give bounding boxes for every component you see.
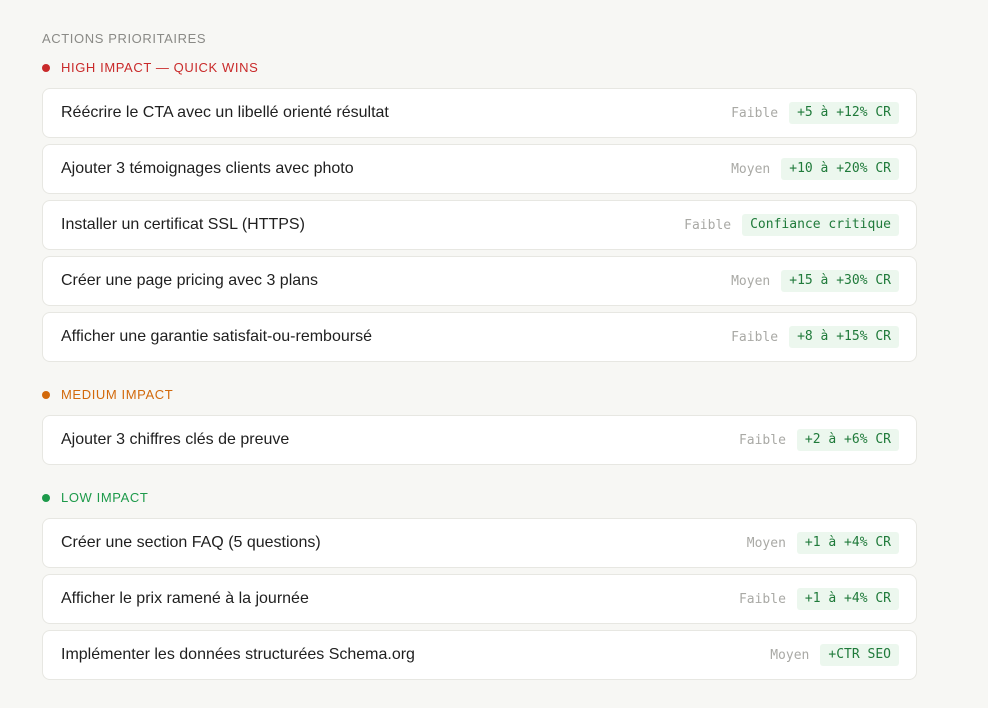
action-card[interactable]: Ajouter 3 chiffres clés de preuve Faible… bbox=[42, 415, 917, 465]
low-impact-dot-icon bbox=[42, 493, 50, 502]
effort-label: Moyen bbox=[746, 535, 786, 551]
impact-badge: +15 à +30% CR bbox=[781, 270, 899, 292]
action-card[interactable]: Créer une section FAQ (5 questions) Moye… bbox=[42, 518, 917, 568]
action-title: Créer une page pricing avec 3 plans bbox=[61, 272, 319, 289]
action-title: Installer un certificat SSL (HTTPS) bbox=[61, 216, 305, 233]
effort-label: Moyen bbox=[731, 161, 771, 177]
effort-label: Faible bbox=[738, 432, 786, 448]
effort-label: Faible bbox=[731, 329, 779, 345]
action-title: Afficher une garantie satisfait-ou-rembo… bbox=[61, 328, 372, 345]
action-card[interactable]: Afficher le prix ramené à la journée Fai… bbox=[42, 574, 917, 624]
impact-badge: Confiance critique bbox=[742, 214, 899, 236]
section-high-impact: HIGH IMPACT — QUICK WINS Réécrire le CTA… bbox=[42, 59, 917, 362]
action-title: Réécrire le CTA avec un libellé orienté … bbox=[61, 104, 389, 121]
impact-badge: +5 à +12% CR bbox=[789, 102, 899, 124]
effort-label: Faible bbox=[738, 591, 786, 607]
action-title: Afficher le prix ramené à la journée bbox=[61, 590, 309, 607]
action-meta: Faible +1 à +4% CR bbox=[739, 588, 899, 610]
action-title: Créer une section FAQ (5 questions) bbox=[61, 534, 321, 551]
action-meta: Moyen +15 à +30% CR bbox=[731, 270, 899, 292]
section-low-impact: LOW IMPACT Créer une section FAQ (5 ques… bbox=[42, 489, 917, 680]
action-card[interactable]: Ajouter 3 témoignages clients avec photo… bbox=[42, 144, 917, 194]
impact-badge: +8 à +15% CR bbox=[789, 326, 899, 348]
action-title: Implémenter les données structurées Sche… bbox=[61, 646, 415, 663]
section-medium-impact: MEDIUM IMPACT Ajouter 3 chiffres clés de… bbox=[42, 386, 917, 465]
priority-actions-panel: ACTIONS PRIORITAIRES HIGH IMPACT — QUICK… bbox=[42, 30, 917, 686]
action-title: Ajouter 3 témoignages clients avec photo bbox=[61, 160, 354, 177]
action-title: Ajouter 3 chiffres clés de preuve bbox=[61, 431, 290, 448]
effort-label: Faible bbox=[731, 105, 779, 121]
high-impact-dot-icon bbox=[42, 63, 50, 72]
action-meta: Moyen +CTR SEO bbox=[770, 644, 899, 666]
effort-label: Moyen bbox=[731, 273, 771, 289]
impact-badge: +1 à +4% CR bbox=[796, 532, 899, 554]
action-card[interactable]: Installer un certificat SSL (HTTPS) Faib… bbox=[42, 200, 917, 250]
section-label: MEDIUM IMPACT bbox=[61, 387, 174, 402]
impact-badge: +CTR SEO bbox=[820, 644, 899, 666]
action-meta: Faible +8 à +15% CR bbox=[731, 326, 899, 348]
action-card[interactable]: Réécrire le CTA avec un libellé orienté … bbox=[42, 88, 917, 138]
action-card[interactable]: Créer une page pricing avec 3 plans Moye… bbox=[42, 256, 917, 306]
action-meta: Faible +2 à +6% CR bbox=[739, 429, 899, 451]
action-meta: Faible +5 à +12% CR bbox=[731, 102, 899, 124]
section-header-low: LOW IMPACT bbox=[42, 489, 917, 506]
action-card[interactable]: Implémenter les données structurées Sche… bbox=[42, 630, 917, 680]
impact-badge: +2 à +6% CR bbox=[796, 429, 899, 451]
section-label: LOW IMPACT bbox=[61, 490, 149, 505]
medium-impact-dot-icon bbox=[42, 390, 50, 399]
page-title: ACTIONS PRIORITAIRES bbox=[42, 31, 207, 46]
action-meta: Moyen +1 à +4% CR bbox=[747, 532, 899, 554]
section-header-medium: MEDIUM IMPACT bbox=[42, 386, 917, 403]
action-meta: Moyen +10 à +20% CR bbox=[731, 158, 899, 180]
section-label: HIGH IMPACT — QUICK WINS bbox=[61, 60, 259, 75]
action-meta: Faible Confiance critique bbox=[684, 214, 899, 236]
impact-badge: +10 à +20% CR bbox=[781, 158, 899, 180]
action-card[interactable]: Afficher une garantie satisfait-ou-rembo… bbox=[42, 312, 917, 362]
effort-label: Moyen bbox=[770, 647, 810, 663]
impact-badge: +1 à +4% CR bbox=[796, 588, 899, 610]
effort-label: Faible bbox=[684, 217, 732, 233]
section-header-high: HIGH IMPACT — QUICK WINS bbox=[42, 59, 917, 76]
